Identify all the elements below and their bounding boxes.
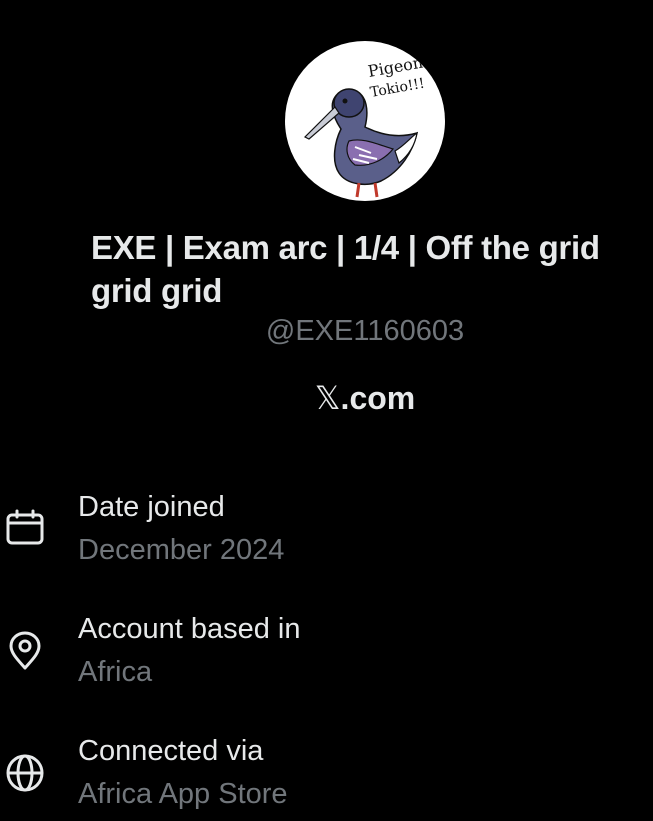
info-value: December 2024 xyxy=(78,534,285,566)
info-value: Africa xyxy=(78,656,153,688)
platform-domain: .com xyxy=(340,380,416,416)
info-label: Connected via xyxy=(78,735,264,767)
user-handle: @EXE1160603 xyxy=(265,315,465,347)
profile-avatar[interactable]: Pigeon Tokio!!! xyxy=(285,41,445,201)
display-name: EXE | Exam arc | 1/4 | Off the grid grid… xyxy=(91,229,600,309)
info-value: Africa App Store xyxy=(78,778,288,810)
info-label: Date joined xyxy=(78,491,225,523)
x-logo-icon: 𝕏 xyxy=(314,379,341,417)
location-pin-icon xyxy=(5,631,45,671)
info-label: Account based in xyxy=(78,613,301,645)
globe-icon xyxy=(5,753,45,793)
info-row-connected-via: Connected via Africa App Store xyxy=(0,731,653,821)
platform-label: 𝕏.com xyxy=(0,378,653,418)
info-row-date-joined: Date joined December 2024 xyxy=(0,487,653,577)
info-row-account-based-in: Account based in Africa xyxy=(0,609,653,699)
pigeon-drawing: Pigeon Tokio!!! xyxy=(303,53,426,198)
calendar-icon xyxy=(5,508,45,548)
